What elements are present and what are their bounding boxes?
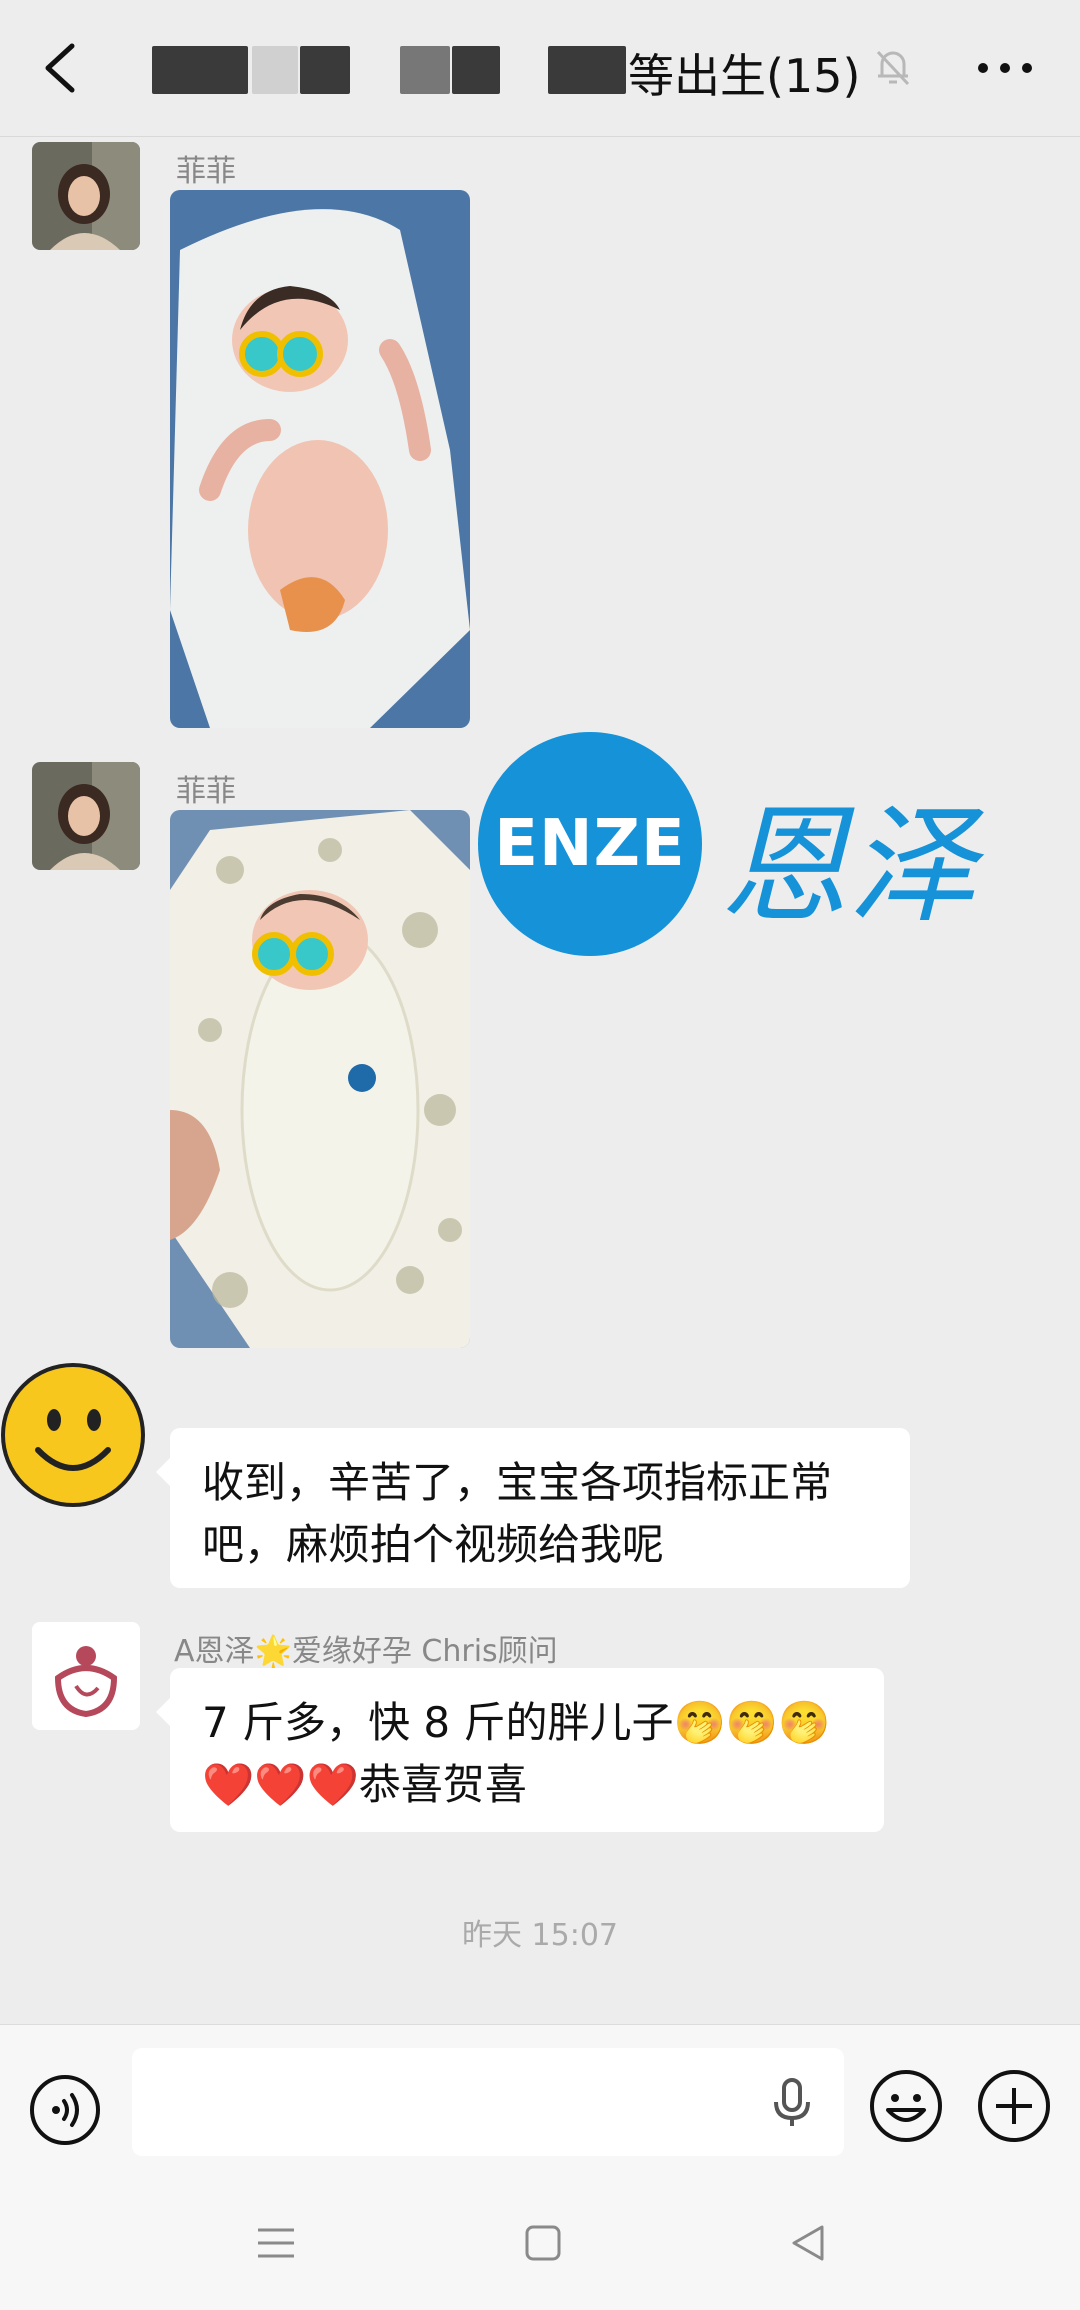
chevron-left-icon xyxy=(45,43,75,93)
plus-icon xyxy=(978,2070,1050,2142)
baby-photo[interactable] xyxy=(170,190,470,728)
sender-name: 菲菲 xyxy=(176,154,236,189)
message-bubble[interactable]: 收到，辛苦了，宝宝各项指标正常 吧，麻烦拍个视频给我呢 xyxy=(156,1428,910,1588)
emoji-icon xyxy=(870,2070,942,2142)
enze-logo-text: 恩泽 xyxy=(720,792,977,941)
back-triangle-icon[interactable] xyxy=(790,2224,826,2266)
more-button[interactable] xyxy=(970,40,1040,96)
voice-mode-icon xyxy=(30,2075,100,2145)
plus-button[interactable] xyxy=(976,2068,1052,2148)
message-input[interactable] xyxy=(132,2048,844,2156)
sender-name: A恩泽🌟爱缘好孕 Chris顾问 xyxy=(174,1634,558,1669)
redacted-title-block xyxy=(152,46,248,94)
message-text-line: 收到，辛苦了，宝宝各项指标正常 xyxy=(202,1458,833,1507)
timestamp: 昨天 15:07 xyxy=(462,1918,618,1953)
avatar-emoji-icon[interactable] xyxy=(0,1362,146,1508)
emoji-button[interactable] xyxy=(868,2068,944,2148)
redacted-title-block xyxy=(452,46,500,94)
message-text-line: 7 斤多，快 8 斤的胖儿子🤭🤭🤭 xyxy=(202,1698,831,1747)
avatar[interactable] xyxy=(32,1622,140,1730)
back-button[interactable] xyxy=(28,36,92,100)
redacted-title-block xyxy=(252,46,298,94)
avatar[interactable] xyxy=(32,142,140,250)
chat-title: 等出生(15) xyxy=(628,49,861,103)
sender-name: 菲菲 xyxy=(176,774,236,809)
message-bubble[interactable]: 7 斤多，快 8 斤的胖儿子🤭🤭🤭 ❤️❤️❤️恭喜贺喜 xyxy=(156,1668,884,1832)
redacted-title-block xyxy=(300,46,350,94)
message-text-line: ❤️❤️❤️恭喜贺喜 xyxy=(202,1760,527,1809)
enze-logo-circle: ENZE xyxy=(478,732,702,956)
menu-icon[interactable] xyxy=(256,2226,296,2264)
home-square-icon[interactable] xyxy=(524,2224,562,2266)
microphone-icon[interactable] xyxy=(770,2078,814,2132)
redacted-title-block xyxy=(548,46,626,94)
bell-off-icon xyxy=(870,44,916,94)
message-text-line: 吧，麻烦拍个视频给我呢 xyxy=(202,1520,665,1569)
voice-mode-button[interactable] xyxy=(28,2073,102,2151)
ellipsis-icon xyxy=(978,63,1032,73)
redacted-title-block xyxy=(400,46,450,94)
baby-photo[interactable] xyxy=(170,810,470,1348)
avatar[interactable] xyxy=(32,762,140,870)
